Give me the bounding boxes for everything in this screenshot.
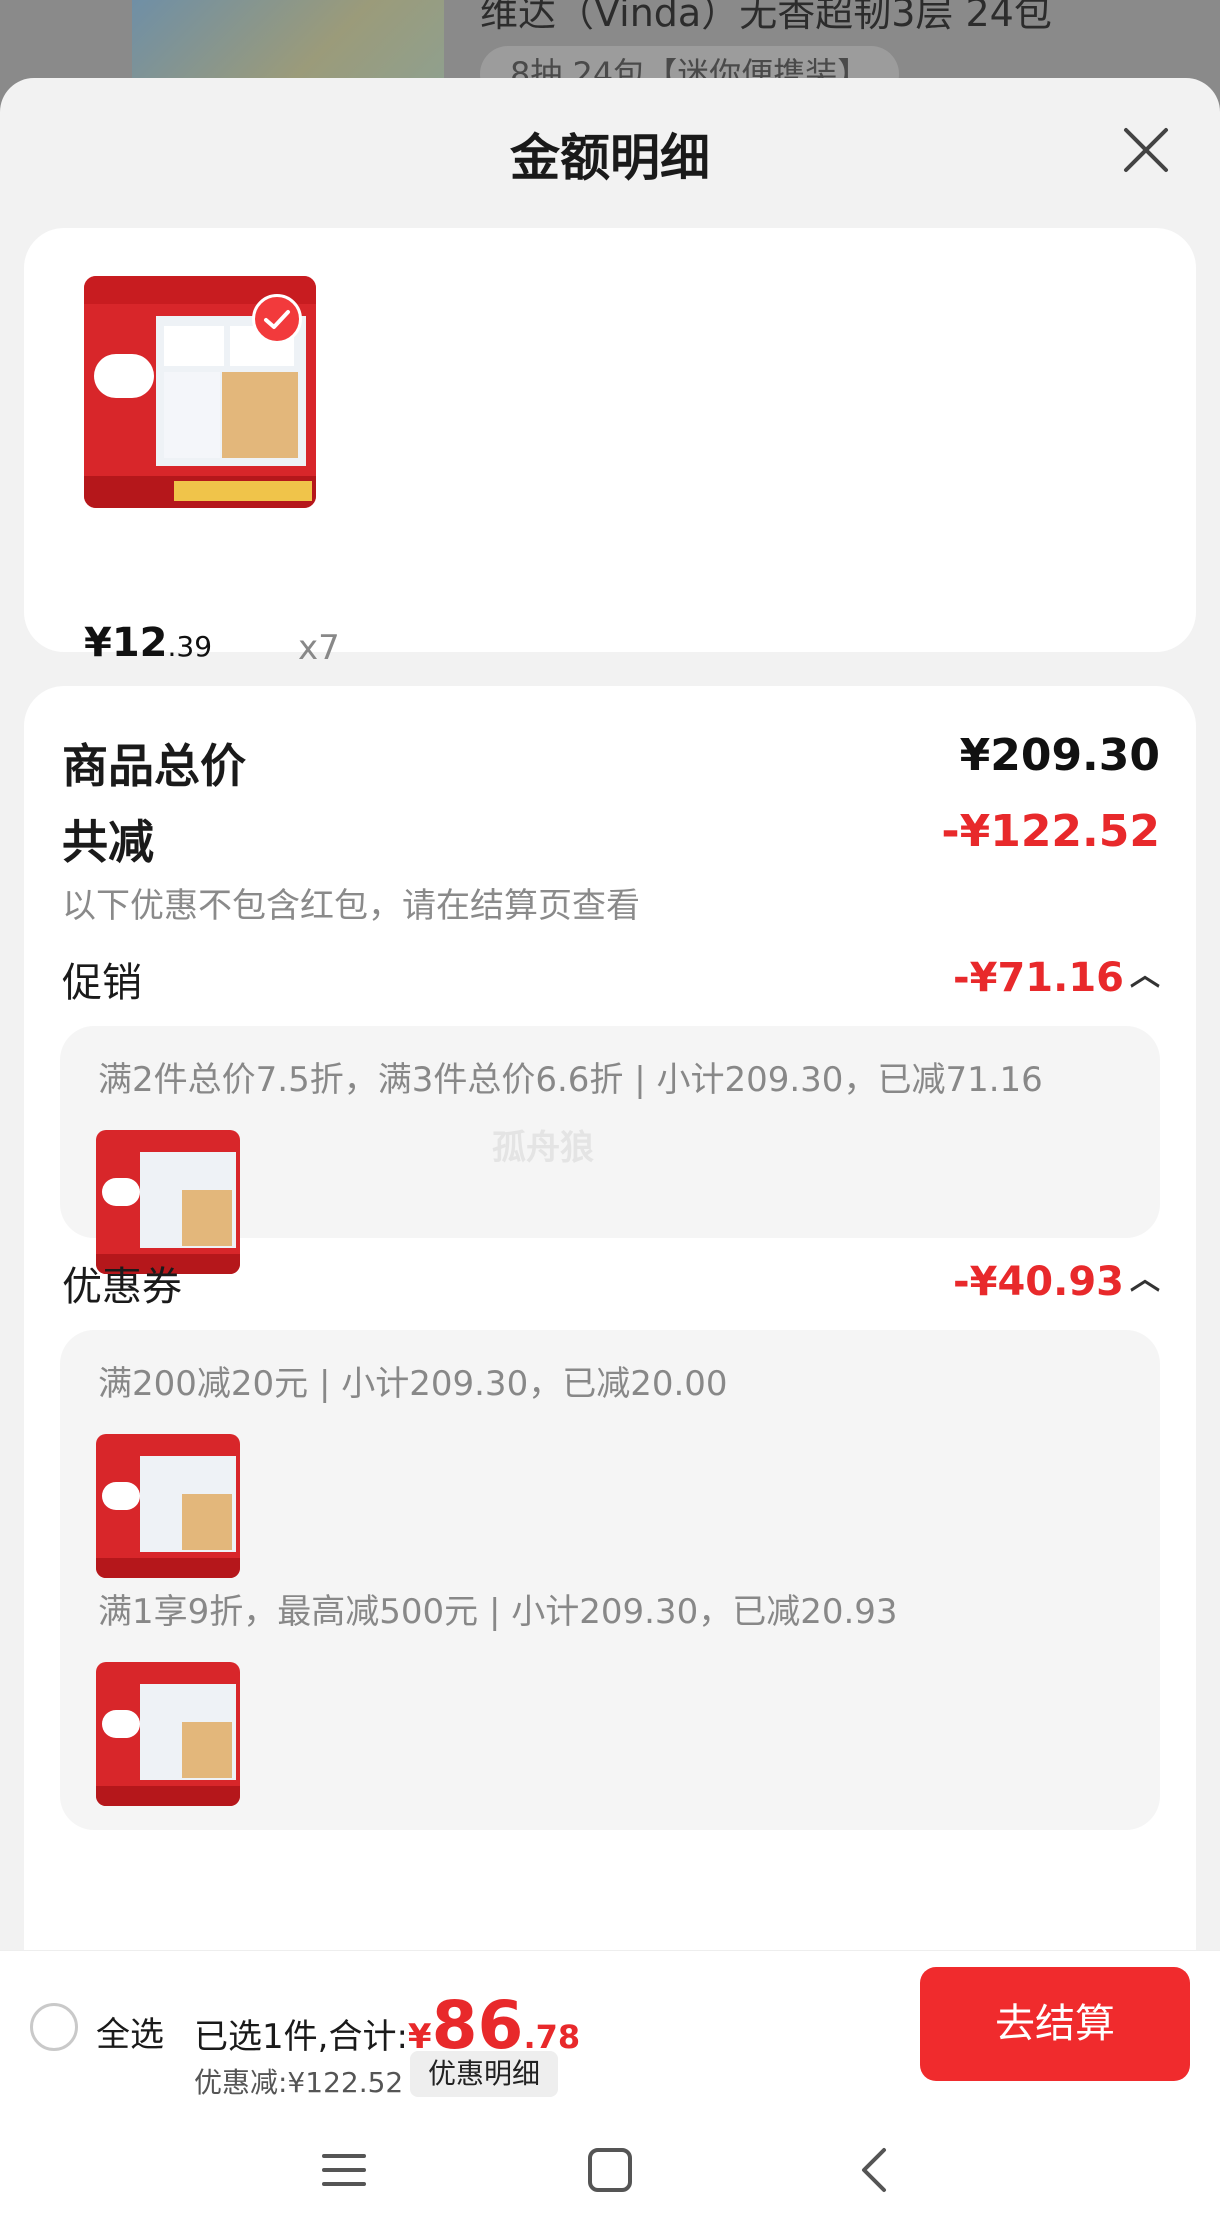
promotion-label: 促销: [62, 960, 142, 1006]
coupon-panel: 满200减20元 | 小计209.30，已减20.00 满1享9折，最高减500…: [60, 1330, 1160, 1830]
home-nav-button[interactable]: [582, 2142, 638, 2198]
backdrop-product-title: 维达（Vinda）无香超韧3层 24包: [480, 0, 1052, 35]
coupon-product-thumbnail: [96, 1434, 240, 1578]
tissue-product-image: [96, 1662, 240, 1806]
coupon-rule-2: 满1享9折，最高减500元 | 小计209.30，已减20.93: [98, 1592, 898, 1632]
coupon-product-thumbnail: [96, 1662, 240, 1806]
promotion-toggle[interactable]: -¥71.16 ︿: [953, 950, 1160, 1001]
sheet-header: 金额明细: [0, 78, 1220, 228]
chevron-up-icon: ︿: [1130, 958, 1160, 993]
reduction-hint: 以下优惠不包含红包，请在结算页查看: [62, 886, 640, 926]
coupon-rule-1: 满200减20元 | 小计209.30，已减20.00: [98, 1364, 728, 1404]
product-card: ¥12.39 x7: [24, 228, 1196, 668]
coupon-value: -¥40.93: [953, 1259, 1124, 1305]
menu-icon: [322, 2154, 366, 2186]
discount-summary: 优惠减:¥122.52: [194, 2066, 404, 2099]
select-all-label[interactable]: 全选: [96, 2007, 164, 2056]
sheet-title: 金额明细: [510, 129, 710, 187]
back-nav-button[interactable]: [848, 2142, 904, 2198]
backdrop-product-thumbnail: [132, 0, 444, 90]
close-icon: [1124, 128, 1168, 172]
product-unit-price: ¥12.39: [84, 620, 212, 666]
promotion-panel: 满2件总价7.5折，满3件总价6.6折 | 小计209.30，已减71.16: [60, 1026, 1160, 1274]
price-integer: ¥12: [84, 620, 168, 666]
tissue-product-image: [96, 1434, 240, 1578]
checkout-button[interactable]: 去结算: [920, 1967, 1190, 2081]
checkout-bar: 全选 已选1件,合计:¥86.78 优惠减:¥122.52 优惠明细 去结算: [0, 1950, 1220, 2100]
tissue-product-image: [96, 1130, 240, 1274]
promotion-product-thumbnail: [96, 1130, 240, 1274]
promotion-rule: 满2件总价7.5折，满3件总价6.6折 | 小计209.30，已减71.16: [98, 1060, 1043, 1100]
selected-count-text: 已选1件,合计:: [194, 2017, 408, 2057]
price-decimal: .39: [167, 630, 213, 663]
chevron-up-icon: ︿: [1130, 1262, 1160, 1297]
amount-detail-sheet: 金额明细 ¥12.39 x7 商品总价 ¥209.30 共减 -¥122.52 …: [0, 78, 1220, 2239]
coupon-label: 优惠券: [62, 1264, 182, 1310]
menu-nav-button[interactable]: [316, 2142, 372, 2198]
product-image[interactable]: [84, 276, 316, 508]
system-navigation-bar: [0, 2100, 1220, 2239]
back-chevron-icon: [862, 2148, 886, 2192]
checkmark-icon: [264, 310, 290, 329]
promotion-value: -¥71.16: [953, 955, 1124, 1001]
total-reduction-label: 共减: [62, 815, 154, 869]
selected-check-badge: [252, 294, 302, 344]
select-all-radio[interactable]: [30, 2003, 78, 2051]
total-price-value: ¥209.30: [959, 730, 1160, 781]
watermark: 孤舟狼: [492, 1128, 594, 1168]
close-button[interactable]: [1116, 120, 1176, 180]
home-square-icon: [588, 2148, 632, 2192]
coupon-toggle[interactable]: -¥40.93 ︿: [953, 1254, 1160, 1305]
total-reduction-value: -¥122.52: [941, 806, 1160, 857]
total-price-label: 商品总价: [62, 739, 246, 793]
discount-detail-button[interactable]: 优惠明细: [410, 2051, 559, 2097]
product-quantity: x7: [298, 628, 340, 668]
